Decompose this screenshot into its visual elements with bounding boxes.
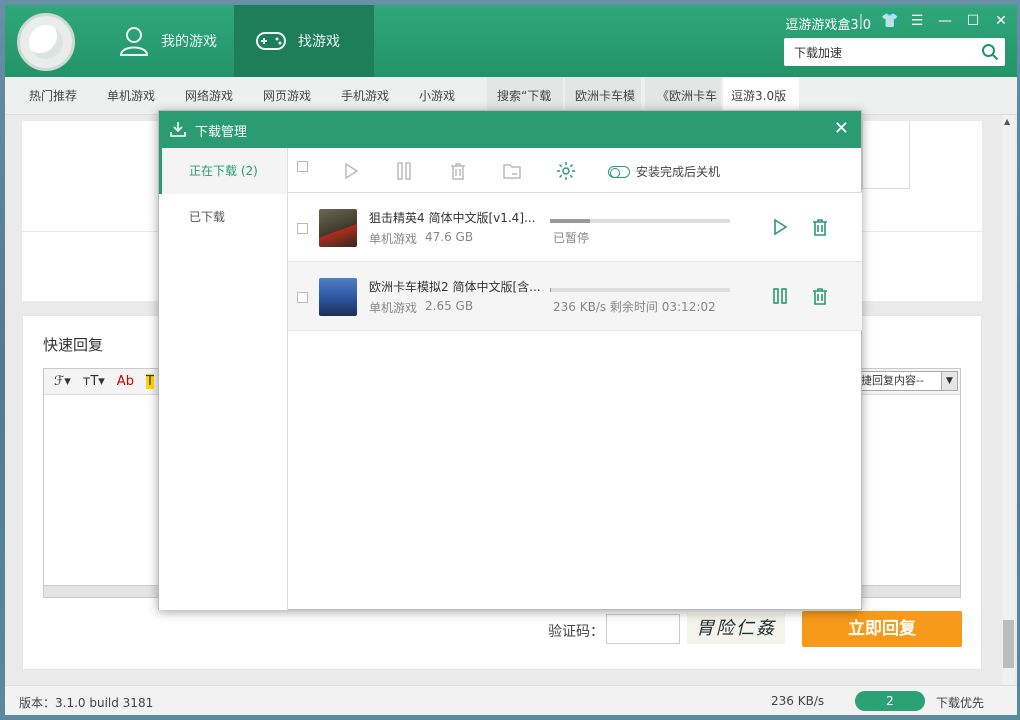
pause-icon <box>397 162 411 180</box>
version-text: 版本：3.1.0 build 3181 <box>19 696 154 710</box>
download-row[interactable]: 狙击精英4 简体中文版[v1.4]... 单机游戏 47.6 GB 已暂停 <box>288 193 862 262</box>
maximize-icon[interactable]: ☐ <box>965 13 981 29</box>
download-size: 47.6 GB <box>425 230 474 244</box>
sidebar-item-downloaded[interactable]: 已下载 <box>159 194 287 240</box>
search-input[interactable] <box>784 38 974 66</box>
skin-icon[interactable]: 👕 <box>881 13 898 29</box>
nav-item-single[interactable]: 单机游戏 <box>107 77 155 115</box>
game-thumbnail <box>319 209 357 247</box>
progress-bar <box>550 288 730 292</box>
tab-find-games[interactable]: 找游戏 <box>234 5 374 77</box>
dialog-toolbar: 安装完成后关机 <box>288 148 862 193</box>
chevron-down-icon: ▼ <box>941 372 957 390</box>
search-box <box>784 38 1005 66</box>
user-icon <box>119 27 149 56</box>
row-checkbox[interactable] <box>297 223 308 234</box>
quick-reply-select[interactable]: 捷回复内容-- ▼ <box>858 371 958 391</box>
text-color-button[interactable]: Ab <box>117 374 134 389</box>
download-manager-dialog: 下载管理 ✕ 正在下载 (2) 已下载 安装完成后关机 狙击精英4 简体中文版[… <box>158 110 862 610</box>
dialog-sidebar: 正在下载 (2) 已下载 <box>159 148 288 610</box>
trash-icon[interactable] <box>810 217 830 237</box>
app-logo <box>17 13 75 71</box>
download-category: 单机游戏 <box>369 301 418 315</box>
progress-bar <box>550 219 730 223</box>
download-name: 欧洲卡车模拟2 简体中文版[含... <box>369 280 541 294</box>
download-name: 狙击精英4 简体中文版[v1.4]... <box>369 211 536 225</box>
tab-my-games-label: 我的游戏 <box>161 34 217 50</box>
tab-my-games[interactable]: 我的游戏 <box>97 5 234 77</box>
close-icon[interactable]: ✕ <box>993 13 1009 29</box>
row-checkbox[interactable] <box>297 292 308 303</box>
toggle-switch[interactable] <box>608 165 630 178</box>
download-status: 已暂停 <box>553 231 590 245</box>
start-all-button[interactable] <box>341 161 361 181</box>
play-icon <box>345 162 359 180</box>
shutdown-toggle[interactable]: 安装完成后关机 <box>608 163 720 180</box>
page-scrollbar[interactable]: ▲ <box>1002 115 1015 685</box>
highlight-button[interactable]: T <box>145 374 154 389</box>
captcha-image[interactable]: 胃险仁姦 <box>687 614 785 644</box>
dialog-header: 下载管理 ✕ <box>159 111 861 148</box>
scroll-up-icon[interactable]: ▲ <box>1004 117 1010 126</box>
select-all-checkbox[interactable] <box>297 161 317 181</box>
download-priority[interactable]: 下载优先 <box>936 694 984 711</box>
download-speed: 236 KB/s <box>771 694 825 708</box>
progress-fill <box>550 219 590 223</box>
pause-all-button[interactable] <box>394 161 414 181</box>
window-controls: | 👕 ☰ — ☐ ✕ <box>853 13 1009 29</box>
dialog-title: 下载管理 <box>195 125 248 140</box>
tab-find-games-label: 找游戏 <box>298 34 340 50</box>
open-folder-button[interactable] <box>502 161 522 181</box>
trash-icon[interactable] <box>810 286 830 306</box>
download-list: 狙击精英4 简体中文版[v1.4]... 单机游戏 47.6 GB 已暂停 欧洲… <box>288 193 862 331</box>
scroll-thumb[interactable] <box>1003 620 1014 668</box>
folder-icon <box>503 164 521 179</box>
pause-icon[interactable] <box>770 286 790 306</box>
download-status: 236 KB/s 剩余时间 03:12:02 <box>553 300 716 314</box>
shutdown-label: 安装完成后关机 <box>636 165 721 179</box>
status-bar: 版本：3.1.0 build 3181 236 KB/s 2 下载优先 <box>5 685 1017 715</box>
progress-fill <box>550 288 551 292</box>
captcha-input[interactable] <box>606 614 680 644</box>
game-thumbnail <box>319 278 357 316</box>
delete-all-button[interactable] <box>448 161 468 181</box>
gear-icon <box>557 162 575 180</box>
trash-icon <box>451 163 465 180</box>
dialog-close-icon[interactable]: ✕ <box>834 118 849 139</box>
gamepad-icon <box>256 32 286 50</box>
sidebar-item-downloading[interactable]: 正在下载 (2) <box>159 148 287 194</box>
search-icon[interactable] <box>981 43 999 61</box>
captcha-label: 验证码： <box>548 624 604 640</box>
settings-button[interactable] <box>556 161 576 181</box>
nav-item-hot[interactable]: 热门推荐 <box>29 77 77 115</box>
font-size-button[interactable]: ᴛT▾ <box>83 374 105 389</box>
reply-button[interactable]: 立即回复 <box>802 611 962 647</box>
title-bar: 我的游戏 找游戏 逗游游戏盒3.0 | 👕 ☰ — ☐ ✕ <box>5 5 1017 77</box>
font-family-button[interactable]: ℱ▾ <box>54 374 71 389</box>
minimize-icon[interactable]: — <box>937 13 953 29</box>
download-row[interactable]: 欧洲卡车模拟2 简体中文版[含... 单机游戏 2.65 GB 236 KB/s… <box>288 262 862 331</box>
quick-reply-title: 快速回复 <box>43 336 104 354</box>
download-size: 2.65 GB <box>425 299 474 313</box>
menu-icon[interactable]: ☰ <box>909 13 925 29</box>
download-icon <box>170 122 186 137</box>
download-category: 单机游戏 <box>369 232 418 246</box>
resume-icon[interactable] <box>770 217 790 237</box>
download-count-badge[interactable]: 2 <box>855 691 925 711</box>
